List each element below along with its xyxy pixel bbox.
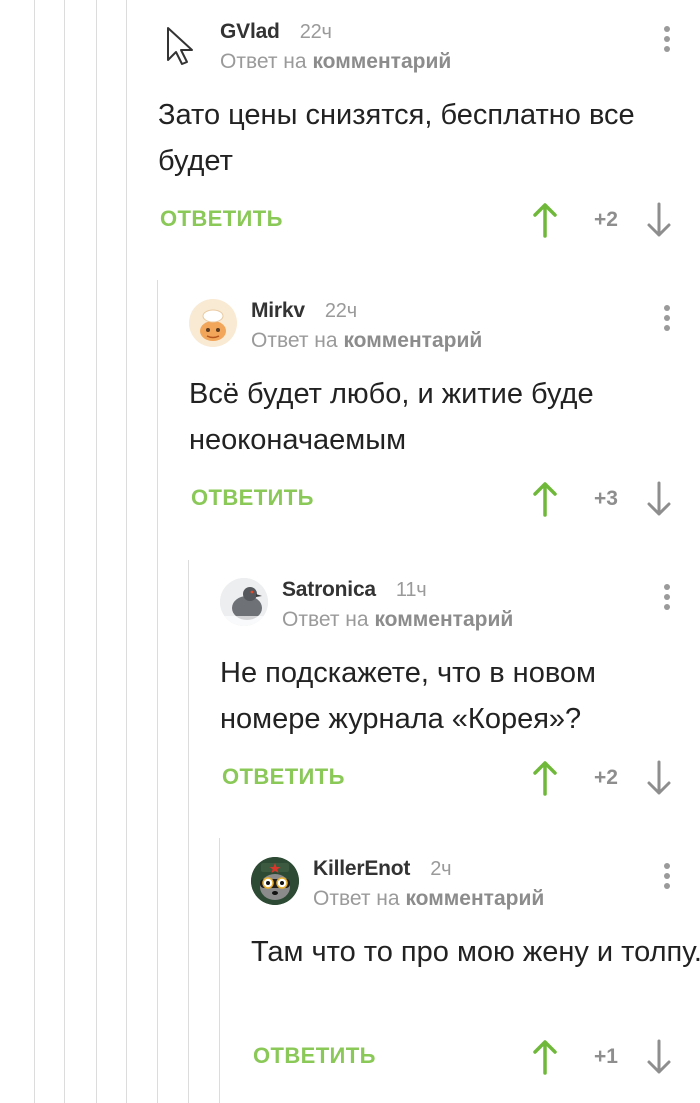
comment-actions: ОТВЕТИТЬ +2 <box>222 760 700 800</box>
thread-line <box>96 0 97 1103</box>
reply-button[interactable]: ОТВЕТИТЬ <box>222 764 345 790</box>
cartoon-avatar[interactable] <box>189 299 237 347</box>
cursor-icon[interactable] <box>158 20 206 68</box>
reply-to-info: Ответ на комментарий <box>313 887 545 910</box>
downvote-icon[interactable] <box>646 202 672 243</box>
thread-line <box>34 0 35 1103</box>
reply-button[interactable]: ОТВЕТИТЬ <box>191 485 314 511</box>
thread-line <box>157 280 158 1103</box>
comment: GVlad 22ч Ответ на комментарий Зато цены … <box>158 20 700 250</box>
comment-author[interactable]: KillerEnot 2ч <box>313 857 452 881</box>
comment-author[interactable]: GVlad 22ч <box>220 20 332 44</box>
comment-time: 22ч <box>324 300 357 322</box>
parent-comment-link[interactable]: комментарий <box>374 608 513 631</box>
more-menu-icon[interactable] <box>662 584 672 618</box>
downvote-icon[interactable] <box>646 1039 672 1080</box>
upvote-icon[interactable] <box>532 202 558 243</box>
thread-line <box>64 0 65 1103</box>
comment-actions: ОТВЕТИТЬ +3 <box>191 481 700 521</box>
thread-line <box>219 838 220 1103</box>
parent-comment-link[interactable]: комментарий <box>405 887 544 910</box>
downvote-icon[interactable] <box>646 481 672 522</box>
comment-time: 2ч <box>430 858 452 880</box>
comment-time: 11ч <box>395 579 427 601</box>
comment-text: Там что то про мою жену и толпу. <box>251 936 700 968</box>
comment-author[interactable]: Satronica 11ч <box>282 578 427 602</box>
reply-to-info: Ответ на комментарий <box>220 50 452 73</box>
reply-button[interactable]: ОТВЕТИТЬ <box>253 1043 376 1069</box>
comment-text: Зато цены снизятся, бесплатно все будет <box>158 99 635 177</box>
parent-comment-link[interactable]: комментарий <box>312 50 451 73</box>
rating-score: +1 <box>594 1045 618 1068</box>
thread-line <box>126 0 127 1103</box>
parent-comment-link[interactable]: комментарий <box>343 329 482 352</box>
rating-score: +2 <box>594 766 618 789</box>
upvote-icon[interactable] <box>532 1039 558 1080</box>
raccoon-avatar[interactable] <box>251 857 299 905</box>
rating-score: +3 <box>594 487 618 510</box>
pigeon-avatar[interactable] <box>220 578 268 626</box>
upvote-icon[interactable] <box>532 760 558 801</box>
comment: KillerEnot 2ч Ответ на комментарий Там чт… <box>251 857 700 1087</box>
comment-text: Не подскажете, что в новом номере журнал… <box>220 657 596 735</box>
comment-text: Всё будет любо, и житие буде неоконачаем… <box>189 378 594 456</box>
comment-author[interactable]: Mirkv 22ч <box>251 299 357 323</box>
rating-score: +2 <box>594 208 618 231</box>
more-menu-icon[interactable] <box>662 305 672 339</box>
comment: Satronica 11ч Ответ на комментарий Не под… <box>220 578 700 808</box>
thread-line <box>188 560 189 1103</box>
comment-time: 22ч <box>299 21 332 43</box>
reply-to-info: Ответ на комментарий <box>282 608 514 631</box>
comment-actions: ОТВЕТИТЬ +2 <box>160 202 700 242</box>
downvote-icon[interactable] <box>646 760 672 801</box>
reply-to-info: Ответ на комментарий <box>251 329 483 352</box>
reply-button[interactable]: ОТВЕТИТЬ <box>160 206 283 232</box>
more-menu-icon[interactable] <box>662 863 672 897</box>
comment: Mirkv 22ч Ответ на комментарий Всё будет … <box>189 299 700 529</box>
comment-actions: ОТВЕТИТЬ +1 <box>253 1039 700 1079</box>
more-menu-icon[interactable] <box>662 26 672 60</box>
upvote-icon[interactable] <box>532 481 558 522</box>
